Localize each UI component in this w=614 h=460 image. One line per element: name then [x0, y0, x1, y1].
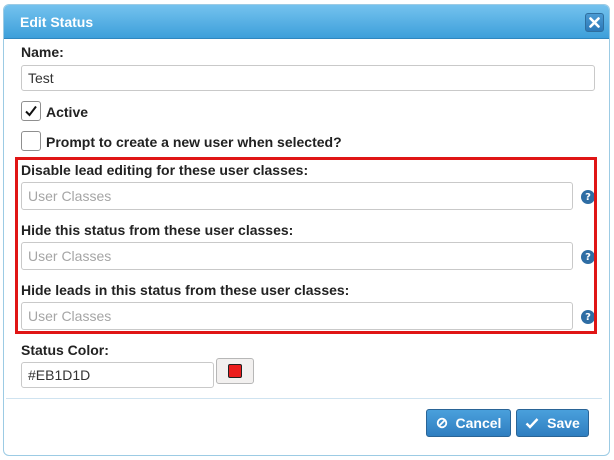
- help-icon[interactable]: ?: [581, 250, 595, 264]
- help-icon[interactable]: ?: [581, 310, 595, 324]
- active-checkbox[interactable]: [21, 101, 41, 121]
- save-label: Save: [547, 415, 580, 431]
- active-label: Active: [46, 104, 89, 120]
- status-color-input[interactable]: [21, 362, 214, 388]
- hide-status-input[interactable]: [21, 242, 573, 270]
- disable-lead-editing-label: Disable lead editing for these user clas…: [21, 162, 309, 178]
- close-icon: [589, 17, 600, 28]
- cancel-label: Cancel: [455, 415, 502, 431]
- status-color-label: Status Color:: [21, 342, 109, 358]
- prompt-new-user-checkbox[interactable]: [21, 131, 41, 151]
- hide-status-label: Hide this status from these user classes…: [21, 222, 294, 238]
- footer-divider: [6, 398, 602, 399]
- save-button[interactable]: Save: [516, 409, 589, 437]
- color-swatch: [228, 364, 242, 378]
- prompt-new-user-label: Prompt to create a new user when selecte…: [46, 134, 342, 150]
- cancel-icon: [436, 417, 447, 429]
- name-input[interactable]: [21, 65, 595, 91]
- close-button[interactable]: [585, 13, 604, 32]
- checkmark-icon: [25, 105, 37, 117]
- hide-leads-input[interactable]: [21, 302, 573, 330]
- color-picker-button[interactable]: [216, 358, 254, 384]
- dialog-titlebar: Edit Status: [4, 5, 609, 39]
- hide-leads-label: Hide leads in this status from these use…: [21, 282, 350, 298]
- cancel-button[interactable]: Cancel: [426, 409, 511, 437]
- help-icon[interactable]: ?: [581, 190, 595, 204]
- disable-lead-editing-input[interactable]: [21, 182, 573, 210]
- check-icon: [525, 418, 539, 429]
- name-label: Name:: [21, 44, 64, 60]
- dialog-title: Edit Status: [20, 14, 94, 30]
